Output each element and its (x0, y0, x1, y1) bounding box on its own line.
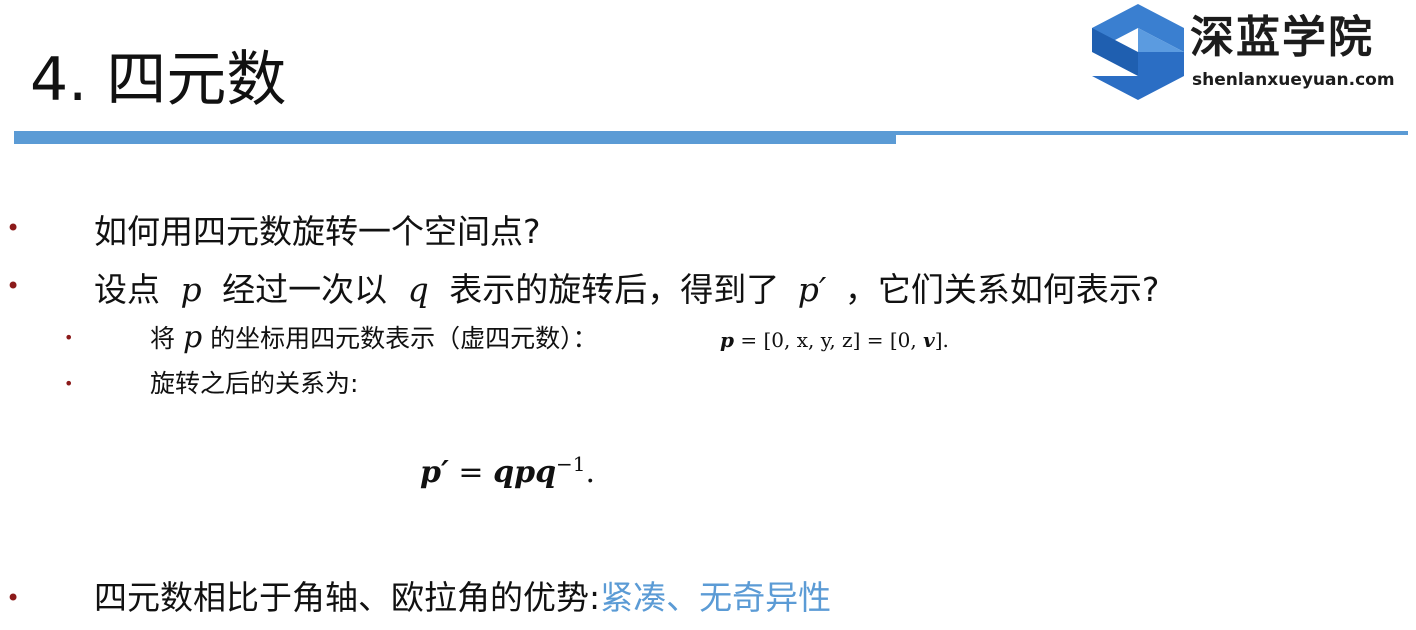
formula-rotation: p′ = qpq−1. (420, 442, 595, 495)
math-bold-v: v (923, 328, 935, 352)
bullet-text-rotation: 设点 p 经过一次以 q 表示的旋转后，得到了 p′ ，它们关系如何表示? (94, 268, 1159, 312)
bullet-marker: • (6, 214, 21, 242)
text-segment: 的坐标用四元数表示（虚四元数）： (210, 324, 598, 353)
logo-s-icon (1092, 4, 1184, 100)
formula-end: ]. (934, 328, 949, 352)
text-segment: 经过一次以 (222, 270, 388, 309)
title-underline-bar (14, 131, 896, 144)
formula-exponent: −1 (556, 452, 586, 476)
formula-lhs: p′ (420, 455, 449, 490)
logo-chinese-text: 深蓝学院 (1190, 12, 1374, 63)
text-segment: 设点 (94, 270, 160, 309)
formula-quaternion-p: p = [0, x, y, z] = [0, v]. (720, 326, 949, 354)
math-var-q: q (407, 270, 429, 309)
formula-body: = [0, x, y, z] = [0, (740, 328, 924, 352)
bullet-marker: • (6, 584, 21, 612)
sub-bullet-text-relation: 旋转之后的关系为: (150, 369, 359, 398)
slide-title: 4. 四元数 (30, 45, 287, 115)
title-underline-thin (896, 131, 1408, 135)
formula-rhs: qpq (493, 455, 557, 490)
text-segment: 表示的旋转后，得到了 (449, 270, 780, 309)
math-var-p: p (182, 320, 203, 355)
math-var-p: p (180, 270, 202, 309)
sub-bullet-marker: • (64, 374, 74, 393)
bullet-marker: • (6, 272, 21, 300)
brand-logo: 深蓝学院 shenlanxueyuan.com (1092, 4, 1408, 104)
math-bold-p: p (720, 328, 734, 352)
text-segment: ，它们关系如何表示? (844, 270, 1160, 309)
bullet-text-advantages: 四元数相比于角轴、欧拉角的优势:紧凑、无奇异性 (94, 576, 831, 620)
formula-equals: = (448, 455, 494, 490)
logo-domain-text: shenlanxueyuan.com (1192, 70, 1395, 90)
text-segment: 四元数相比于角轴、欧拉角的优势: (94, 578, 601, 617)
highlight-text: 紧凑、无奇异性 (600, 578, 832, 617)
math-var-p-prime: p′ (797, 270, 827, 309)
text-segment: 将 (150, 324, 176, 353)
bullet-text-question: 如何用四元数旋转一个空间点? (94, 212, 541, 251)
sub-bullet-text-coords: 将 p 的坐标用四元数表示（虚四元数）： (150, 321, 598, 356)
formula-period: . (585, 455, 596, 490)
sub-bullet-marker: • (64, 328, 74, 347)
